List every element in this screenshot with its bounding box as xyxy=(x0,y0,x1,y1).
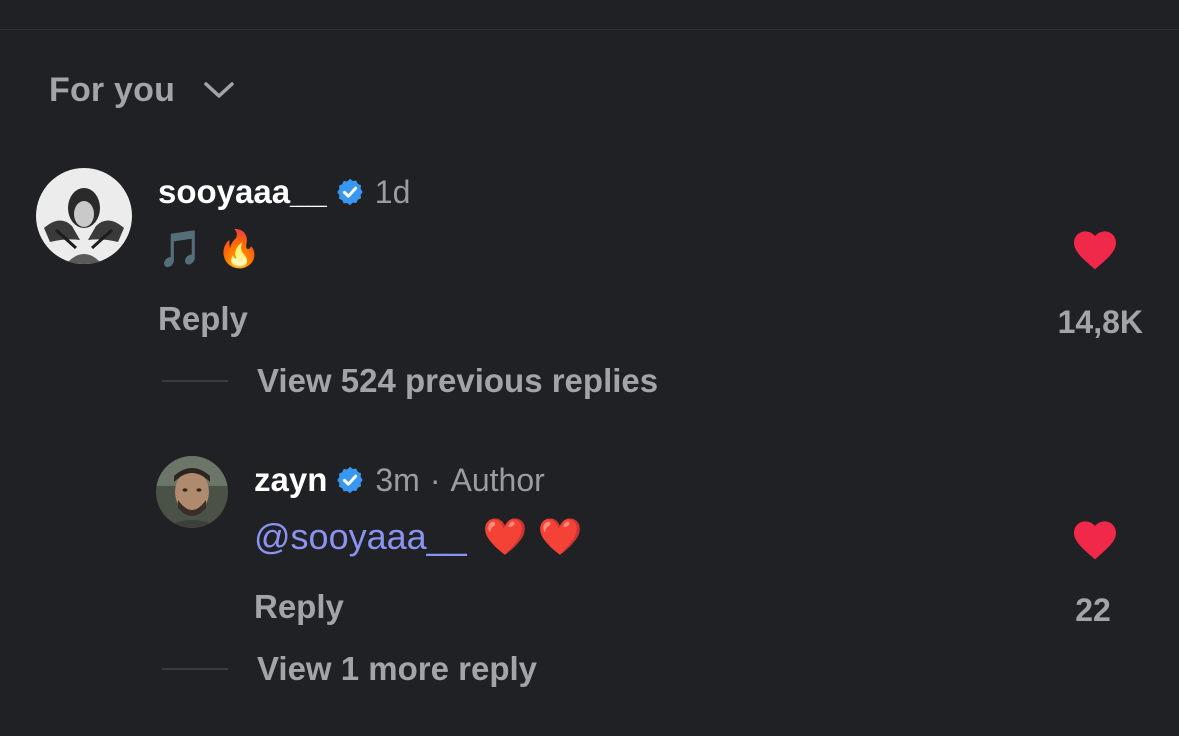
verified-badge-icon xyxy=(337,178,363,206)
avatar-sooyaaa[interactable] xyxy=(36,168,132,264)
sort-dropdown[interactable]: For you xyxy=(49,68,235,112)
thread-line xyxy=(162,668,228,670)
reply-username[interactable]: zayn xyxy=(254,461,327,499)
meta-separator: · xyxy=(429,461,441,498)
comment-like-count: 14,8K xyxy=(1057,304,1143,340)
comment-username[interactable]: sooyaaa__ xyxy=(158,173,327,211)
comment-header: sooyaaa__ 1d xyxy=(158,170,410,214)
fire-emoji: 🔥 xyxy=(216,228,262,269)
reply-header: zayn 3m · Author xyxy=(254,458,545,502)
reply-like-heart-icon[interactable] xyxy=(1071,517,1119,561)
sort-label: For you xyxy=(49,70,176,109)
reply-text: @sooyaaa__ ❤️ ❤️ xyxy=(254,510,582,564)
comment-reply-button[interactable]: Reply xyxy=(158,300,248,338)
mention-link[interactable]: @sooyaaa__ xyxy=(254,516,467,558)
reply-timestamp: 3m xyxy=(375,461,420,498)
thread-line xyxy=(162,380,228,382)
avatar-zayn[interactable] xyxy=(156,456,228,528)
verified-badge-icon xyxy=(337,466,364,494)
music-note-emoji: 🎵 xyxy=(158,228,203,269)
view-previous-replies-button[interactable]: View 524 previous replies xyxy=(257,362,658,400)
comment-timestamp: 1d xyxy=(374,173,411,210)
heart-emojis: ❤️ ❤️ xyxy=(482,516,583,557)
reply-reply-button[interactable]: Reply xyxy=(254,588,344,626)
comment-text: 🎵 🔥 xyxy=(158,222,262,276)
top-divider xyxy=(0,29,1179,30)
view-more-replies-button[interactable]: View 1 more reply xyxy=(257,650,537,688)
chevron-down-icon xyxy=(204,82,234,98)
reply-like-count: 22 xyxy=(1075,592,1111,628)
author-tag: Author xyxy=(450,461,545,498)
comment-like-heart-icon[interactable] xyxy=(1071,227,1119,271)
